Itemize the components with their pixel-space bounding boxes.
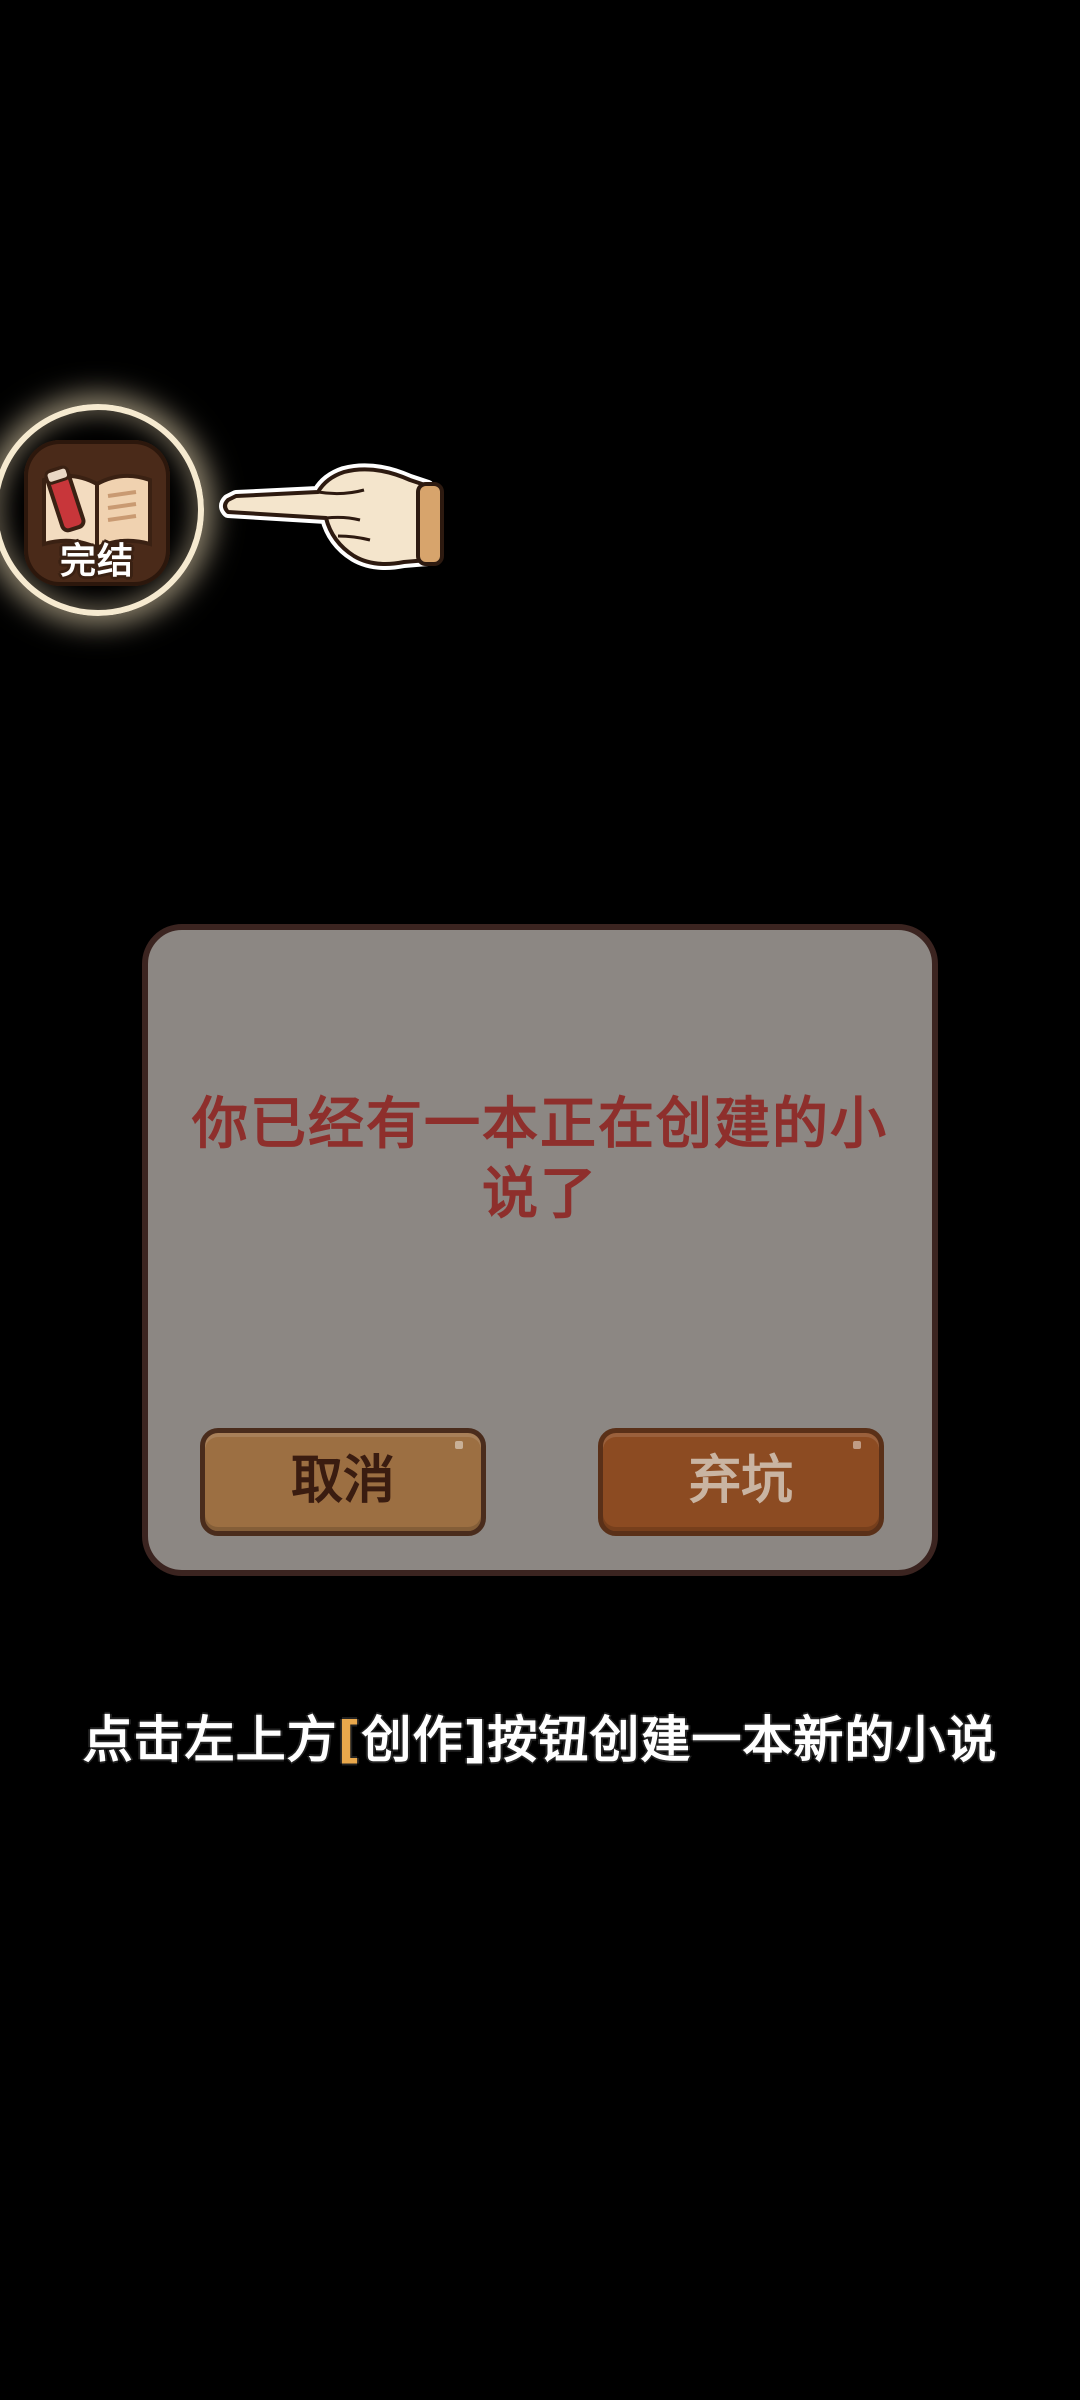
tutorial-hint-text: 点击左上方[创作]按钮创建一本新的小说	[0, 1700, 1080, 1772]
abandon-button[interactable]: 弃坑	[598, 1428, 884, 1536]
button-shine	[455, 1441, 463, 1449]
cancel-button[interactable]: 取消	[200, 1428, 486, 1536]
finish-novel-label: 完结	[59, 541, 134, 582]
finish-novel-button[interactable]: 完结	[24, 440, 170, 586]
dialog-message: 你已经有一本正在创建的小说了	[192, 1092, 888, 1227]
button-shine	[853, 1441, 861, 1449]
confirm-dialog: 你已经有一本正在创建的小说了 取消 弃坑	[142, 924, 938, 1576]
hint-suffix: 按钮创建一本新的小说	[487, 1711, 998, 1769]
hint-open-bracket: [	[337, 1711, 362, 1769]
pointing-hand-icon	[214, 456, 446, 584]
hint-close-bracket: ]	[463, 1711, 488, 1769]
cancel-button-label: 取消	[290, 1451, 395, 1511]
abandon-button-label: 弃坑	[688, 1451, 793, 1511]
hint-prefix: 点击左上方	[82, 1711, 338, 1769]
hint-keyword: 创作	[361, 1711, 464, 1769]
game-screen: 完结 你已经有一本正在创建的小说了 取消 弃坑 点击左上方[创作]按钮创建一本新…	[0, 0, 1080, 2400]
